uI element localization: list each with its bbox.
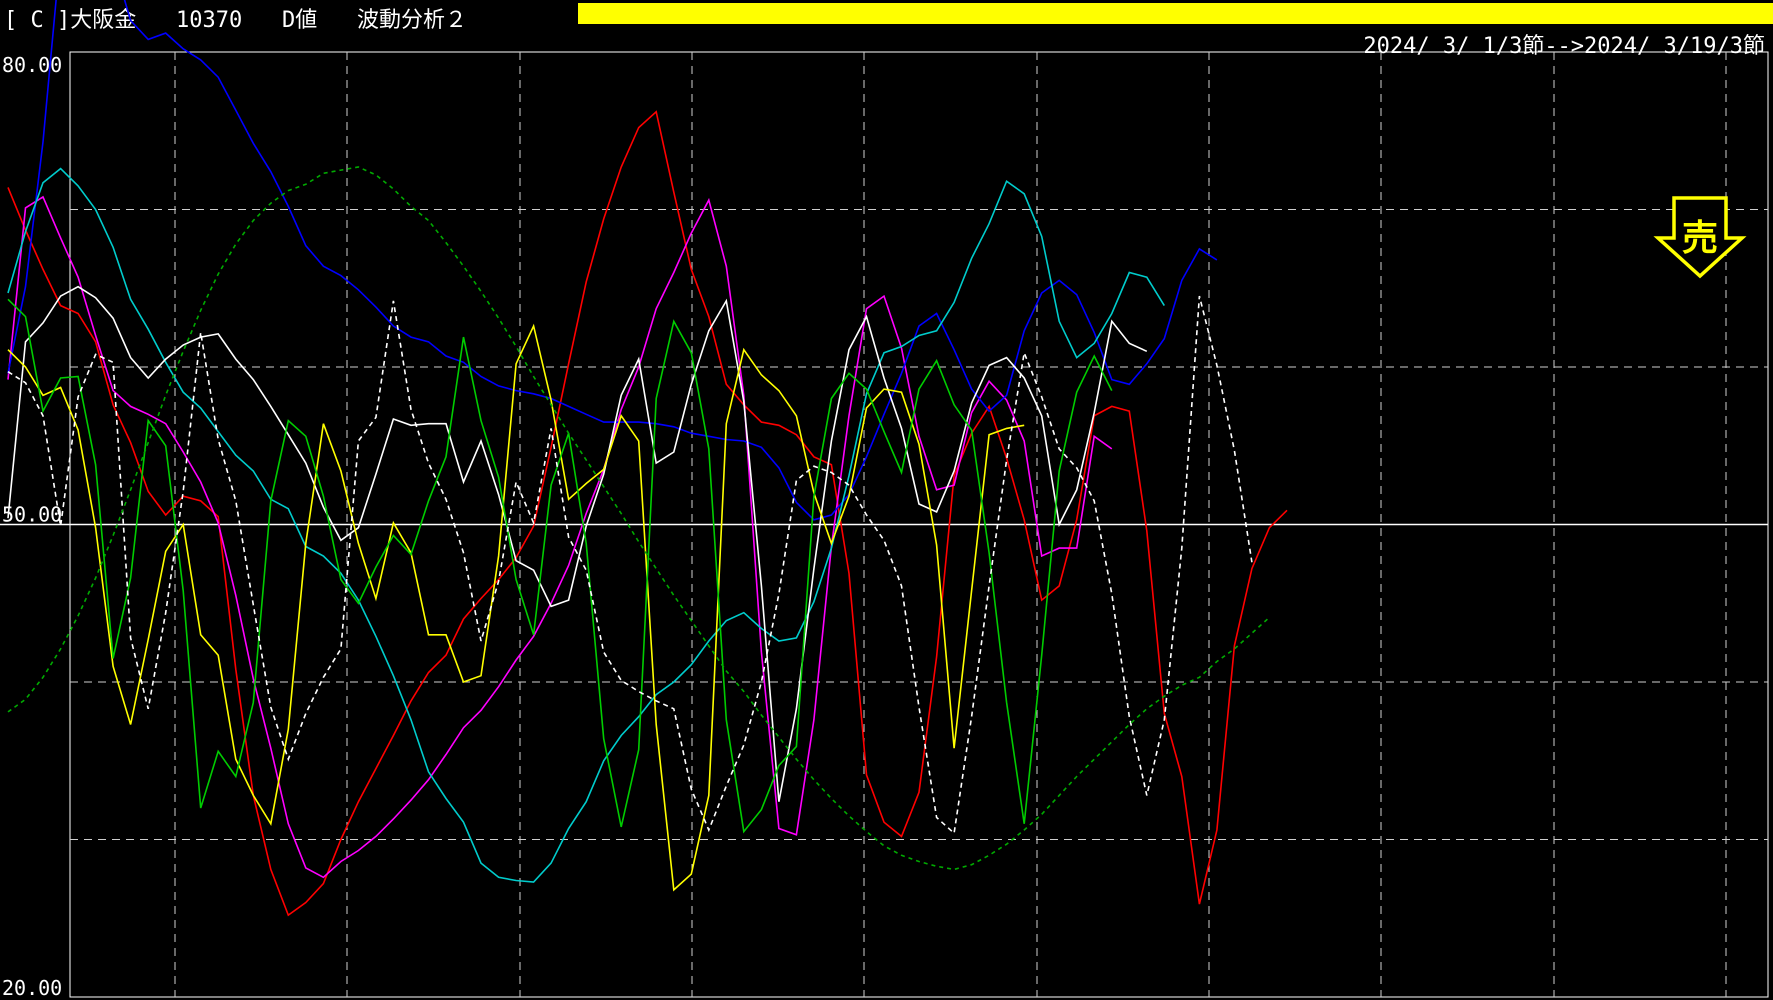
series-line-4 [7, 285, 1148, 802]
series-line-5 [7, 323, 1025, 892]
series-line-1 [7, 195, 1113, 879]
chart-series [7, 0, 1288, 917]
y-tick-label: 50.00 [2, 503, 62, 527]
line-chart: 20.00 50.00 80.00 売 [0, 0, 1769, 1000]
sell-signal-label: 売 [1682, 218, 1718, 259]
y-tick-label: 80.00 [2, 53, 62, 77]
chart-grid [0, 51, 1769, 998]
y-tick-label: 20.00 [2, 976, 62, 1000]
